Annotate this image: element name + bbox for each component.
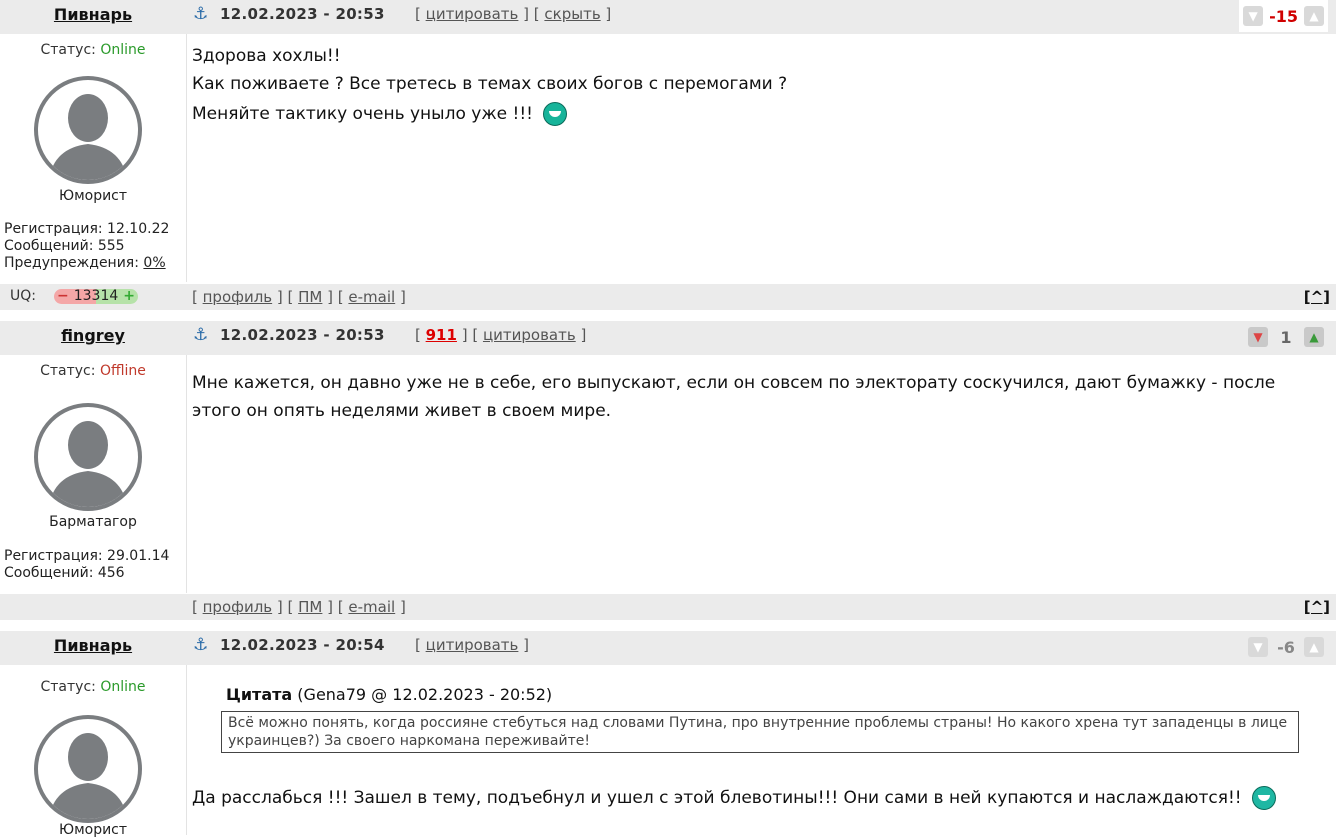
- thumbs-up-icon[interactable]: ▲: [1304, 6, 1324, 26]
- email-link[interactable]: e-mail: [348, 598, 395, 616]
- thumbs-down-icon[interactable]: ▼: [1248, 637, 1268, 657]
- post-body: Да расслабься !!! Зашел в тему, подъебну…: [192, 784, 1316, 812]
- user-info: Статус: Online Юморист: [0, 665, 187, 838]
- post-meta: ⚓ 12.02.2023 - 20:54 [ цитировать ] ▼ -6…: [187, 631, 1336, 665]
- rating-value: 1: [1280, 327, 1292, 347]
- user-info: Статус: Offline Барматагор Регистрация: …: [0, 355, 187, 593]
- post-body: Мне кажется, он давно уже не в себе, его…: [192, 373, 1276, 421]
- thumbs-up-icon[interactable]: ▲: [1304, 637, 1324, 657]
- post-footer: UQ: − 13314 + [ профиль ] [ ПМ ] [ e-mai…: [0, 284, 1336, 310]
- quote-header: Цитата (Gena79 @ 12.02.2023 - 20:52): [226, 685, 553, 704]
- avatar[interactable]: [34, 76, 142, 184]
- anchor-icon[interactable]: ⚓: [193, 4, 208, 24]
- thumbs-down-icon[interactable]: ▼: [1248, 327, 1268, 347]
- pm-link[interactable]: ПМ: [298, 598, 322, 616]
- post-datetime: 12.02.2023 - 20:53: [220, 5, 385, 23]
- post-rating: ▼ -15 ▲: [1239, 0, 1328, 32]
- user-stats: Регистрация: 12.10.22 Сообщений: 555 Пре…: [4, 221, 170, 271]
- uq-rating-bar: − 13314 +: [54, 289, 138, 304]
- profile-link[interactable]: профиль: [203, 598, 273, 616]
- anchor-icon[interactable]: ⚓: [193, 325, 208, 345]
- uq-plus-icon[interactable]: +: [123, 289, 135, 304]
- quote-link[interactable]: цитировать: [426, 636, 519, 654]
- scroll-top-link[interactable]: [^]: [1304, 288, 1330, 306]
- post-header: fingrey ⚓ 12.02.2023 - 20:53 [ 911 ] [ ц…: [0, 321, 1336, 355]
- uq-value: 13314: [73, 288, 119, 304]
- post-body: Здорова хохлы!! Как поживаете ? Все трет…: [192, 46, 788, 126]
- post-rating: ▼ 1 ▲: [1244, 321, 1328, 353]
- thumbs-down-icon[interactable]: ▼: [1243, 6, 1264, 26]
- post-meta: ⚓ 12.02.2023 - 20:53 [ цитировать ] [ ск…: [187, 0, 1336, 34]
- page-right-gutter: [1336, 0, 1344, 835]
- user-status: Статус: Online: [40, 42, 146, 58]
- post-header: Пивнарь ⚓ 12.02.2023 - 20:53 [ цитироват…: [0, 0, 1336, 34]
- user-info: Статус: Online Юморист Регистрация: 12.1…: [0, 34, 187, 282]
- quote-link[interactable]: цитировать: [483, 326, 576, 344]
- quote-box: Всё можно понять, когда россияне стебуть…: [221, 711, 1299, 753]
- pm-link[interactable]: ПМ: [298, 288, 322, 306]
- post-number-link[interactable]: 911: [426, 326, 457, 344]
- profile-link[interactable]: профиль: [203, 288, 273, 306]
- avatar[interactable]: [34, 403, 142, 511]
- avatar[interactable]: [34, 715, 142, 823]
- uq-label: UQ:: [10, 288, 36, 304]
- post-header: Пивнарь ⚓ 12.02.2023 - 20:54 [ цитироват…: [0, 631, 1336, 665]
- author-cell: Пивнарь: [0, 631, 186, 665]
- quote-link[interactable]: цитировать: [426, 5, 519, 23]
- post-actions: [ цитировать ] [ скрыть ]: [415, 5, 612, 23]
- uq-minus-icon[interactable]: −: [57, 289, 69, 304]
- hide-link[interactable]: скрыть: [544, 5, 600, 23]
- footer-links: [ профиль ] [ ПМ ] [ e-mail ]: [192, 288, 406, 306]
- user-stats: Регистрация: 29.01.14 Сообщений: 456: [4, 548, 170, 581]
- rating-value: -6: [1277, 637, 1295, 657]
- author-cell: Пивнарь: [0, 0, 186, 34]
- author-name-link[interactable]: Пивнарь: [54, 5, 132, 24]
- post-datetime: 12.02.2023 - 20:54: [220, 636, 385, 654]
- scroll-top-link[interactable]: [^]: [1304, 598, 1330, 616]
- author-name-link[interactable]: Пивнарь: [54, 636, 132, 655]
- warnings-link[interactable]: 0%: [143, 255, 165, 271]
- post-actions: [ цитировать ]: [415, 636, 530, 654]
- author-name-link[interactable]: fingrey: [61, 326, 125, 345]
- post-datetime: 12.02.2023 - 20:53: [220, 326, 385, 344]
- anchor-icon[interactable]: ⚓: [193, 635, 208, 655]
- footer-links: [ профиль ] [ ПМ ] [ e-mail ]: [192, 598, 406, 616]
- email-link[interactable]: e-mail: [348, 288, 395, 306]
- post-footer: [ профиль ] [ ПМ ] [ e-mail ] [^]: [0, 594, 1336, 620]
- user-rank: Юморист: [58, 822, 128, 838]
- user-rank: Барматагор: [49, 514, 137, 530]
- post-actions: [ 911 ] [ цитировать ]: [415, 326, 587, 344]
- user-rank: Юморист: [58, 188, 128, 204]
- smiley-icon: [542, 102, 567, 126]
- post-meta: ⚓ 12.02.2023 - 20:53 [ 911 ] [ цитироват…: [187, 321, 1336, 355]
- thumbs-up-icon[interactable]: ▲: [1304, 327, 1324, 347]
- user-status: Статус: Offline: [40, 363, 146, 379]
- user-status: Статус: Online: [40, 679, 146, 695]
- smiley-icon: [1251, 786, 1276, 810]
- rating-value: -15: [1269, 6, 1298, 26]
- post-rating: ▼ -6 ▲: [1244, 631, 1328, 663]
- author-cell: fingrey: [0, 321, 186, 355]
